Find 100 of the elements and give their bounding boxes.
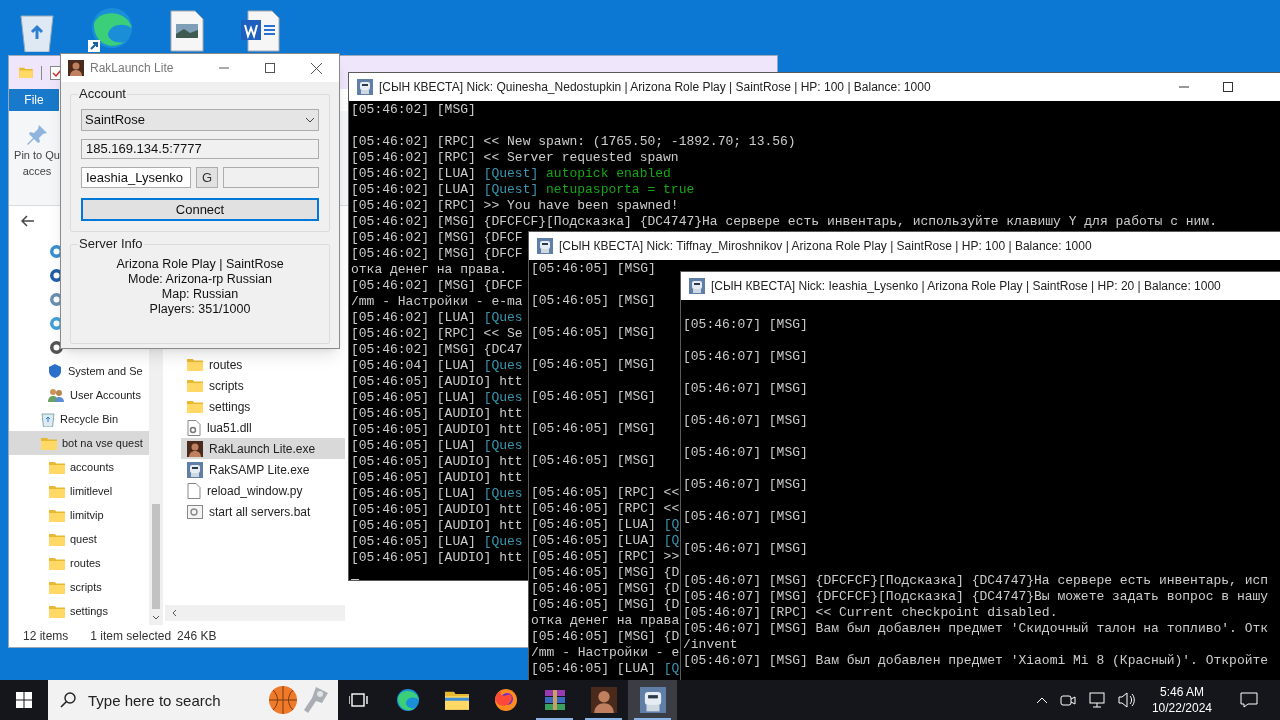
console-line: [05:46:07] [MSG] Вам был добавлен предмет 'Xiaomi Mi 8 (Красный)'. Откройте xyxy=(683,653,1269,669)
console-line: [05:46:07] [MSG] xyxy=(683,508,808,525)
notification-icon[interactable] xyxy=(1240,692,1258,708)
console-line: [05:46:05] [MSG] xyxy=(531,421,656,438)
nav-item[interactable]: Recycle Bin xyxy=(9,407,149,431)
maximize-icon[interactable] xyxy=(1223,82,1233,92)
console-line: [05:46:05] [MSG] xyxy=(531,293,656,310)
search-field[interactable]: Type here to search xyxy=(48,680,338,720)
console-line: [05:46:02] [MSG] {DFCF xyxy=(351,230,523,246)
scrollbar-thumb[interactable] xyxy=(152,504,160,609)
folder-icon xyxy=(187,400,203,413)
console-line: [05:46:05] [LUA] [Ques xyxy=(351,534,523,550)
nickname-field[interactable]: Ieashia_Lysenko xyxy=(81,167,191,188)
console-line: [05:46:05] [RPC] << xyxy=(531,501,680,517)
console-line: [05:46:05] [MSG] {D xyxy=(531,565,680,581)
console-line: [05:46:07] [MSG] xyxy=(683,348,808,365)
console-line: [05:46:05] [MSG] xyxy=(531,389,656,406)
window-title: [СЫН КВЕСТА] Nick: Tiffnay_Miroshnikov | Arizona Role Play | SaintRose | HP: 100 | Balance: 1000 xyxy=(559,238,1093,255)
console-line: [05:46:07] [MSG] {DFCFCF}[Подсказка] {DC4747}На сервере есть инвентарь, исп xyxy=(683,573,1269,589)
window-title: [СЫН КВЕСТА] Nick: Quinesha_Nedostupkin | Arizona Role Play | SaintRose | HP: 100 | Balance: 1000 xyxy=(379,79,932,96)
robot-icon xyxy=(689,278,705,294)
console-line: [05:46:05] [AUDIO] htt xyxy=(351,502,523,518)
video-call-icon[interactable] xyxy=(1059,693,1076,707)
nav-item[interactable]: System and Se xyxy=(9,359,149,383)
folder-icon xyxy=(19,67,33,78)
search-icon xyxy=(60,692,76,708)
nav-item[interactable]: accounts xyxy=(9,455,149,479)
server-dropdown[interactable]: SaintRose xyxy=(81,109,319,131)
nav-item[interactable]: quest xyxy=(9,527,149,551)
console-line: /invent xyxy=(683,637,738,653)
chevron-down-icon xyxy=(305,117,315,123)
console-line: [05:46:05] [AUDIO] htt xyxy=(351,470,523,486)
console-line: /mm - Настройки - e xyxy=(531,645,680,661)
app-icon xyxy=(590,687,617,713)
chevron-up-icon[interactable] xyxy=(1035,696,1048,704)
back-arrow-icon[interactable] xyxy=(21,215,35,227)
console-line: [05:46:02] [MSG] {DC47 xyxy=(351,342,523,358)
nav-item[interactable]: scripts xyxy=(9,575,149,599)
item-count: 12 items xyxy=(23,628,69,645)
console-line: [05:46:02] [MSG] xyxy=(351,102,476,119)
generate-button[interactable]: G xyxy=(196,167,218,188)
file-item[interactable]: RakSAMP Lite.exe xyxy=(181,459,345,480)
file-tab[interactable]: File xyxy=(9,89,59,111)
recycle-bin-icon xyxy=(41,411,55,427)
nav-item[interactable]: routes xyxy=(9,551,149,575)
file-item[interactable]: RakLaunch Lite.exe xyxy=(181,438,345,459)
shield-icon xyxy=(47,363,63,379)
close-icon[interactable] xyxy=(311,62,322,74)
file-item[interactable]: reload_window.py xyxy=(181,480,345,501)
folder-icon xyxy=(444,690,469,710)
settings-file-icon xyxy=(187,504,203,519)
archive-icon xyxy=(542,688,567,712)
horizontal-scrollbar[interactable] xyxy=(165,605,345,621)
selection-info: 1 item selected xyxy=(90,628,172,645)
console-line: [05:46:02] [LUA] [Ques xyxy=(351,310,523,326)
address-field[interactable]: 185.169.134.5:7777 xyxy=(81,139,319,159)
maximize-icon[interactable] xyxy=(265,63,275,73)
file-item[interactable]: scripts xyxy=(181,375,345,396)
network-icon[interactable] xyxy=(1087,692,1106,708)
file-item[interactable]: lua51.dll xyxy=(181,417,345,438)
folder-icon xyxy=(49,484,65,498)
pin-to-quick-access-button[interactable]: Pin to Qu acces xyxy=(14,123,60,205)
gear-file-icon xyxy=(187,419,201,436)
clock[interactable]: 5:46 AM 10/22/2024 xyxy=(1147,684,1216,716)
folder-icon xyxy=(49,460,65,474)
clock-date: 10/22/2024 xyxy=(1151,700,1212,716)
nav-item[interactable]: limitvip xyxy=(9,503,149,527)
console-line: [05:46:02] [MSG] {DFCF xyxy=(351,278,523,294)
folder-icon xyxy=(41,436,57,450)
server-info-text: Players: 351/1000 xyxy=(149,302,251,317)
console-line: [05:46:07] [MSG] xyxy=(683,412,808,429)
server-info-text: Map: Russian xyxy=(161,287,239,302)
nav-item[interactable]: limitlevel xyxy=(9,479,149,503)
task-view-icon xyxy=(348,692,369,708)
console-line: [05:46:05] [AUDIO] htt xyxy=(351,454,523,470)
console-line: /mm - Настройки - e-ma xyxy=(351,294,523,310)
nav-item[interactable]: User Accounts xyxy=(9,383,149,407)
nav-item[interactable]: bot na vse quest xyxy=(9,431,149,455)
connect-button[interactable]: Connect xyxy=(81,198,319,221)
console-line: [05:46:07] [MSG] xyxy=(683,540,808,558)
console-line: [05:46:05] [AUDIO] htt xyxy=(351,550,523,566)
scroll-down-icon[interactable] xyxy=(152,615,160,621)
console-line: [05:46:05] [MSG] {D xyxy=(531,629,680,645)
console-line: [05:46:07] [RPC] << Current checkpoint disabled. xyxy=(683,605,1058,621)
password-field[interactable] xyxy=(223,167,319,188)
pin-icon xyxy=(25,123,49,147)
file-item[interactable]: settings xyxy=(181,396,345,417)
nav-item[interactable]: settings xyxy=(9,599,149,623)
volume-icon[interactable] xyxy=(1117,692,1136,708)
console-line: [05:46:05] [LUA] [Ques xyxy=(351,486,523,502)
file-item[interactable]: routes xyxy=(181,354,345,375)
console-line: [05:46:02] [LUA] [Quest] netupasporta = true xyxy=(351,182,695,198)
console-line: [05:46:05] [AUDIO] htt xyxy=(351,374,523,390)
taskbar-app-button[interactable] xyxy=(628,680,677,720)
console-line: [05:46:07] [MSG] xyxy=(683,316,808,333)
console-line: [05:46:05] [AUDIO] htt xyxy=(351,406,523,422)
console-line: [05:46:05] [AUDIO] htt xyxy=(351,518,523,534)
scroll-left-icon[interactable] xyxy=(171,609,177,617)
browser-icon xyxy=(395,688,420,712)
file-item[interactable]: start all servers.bat xyxy=(181,501,345,522)
